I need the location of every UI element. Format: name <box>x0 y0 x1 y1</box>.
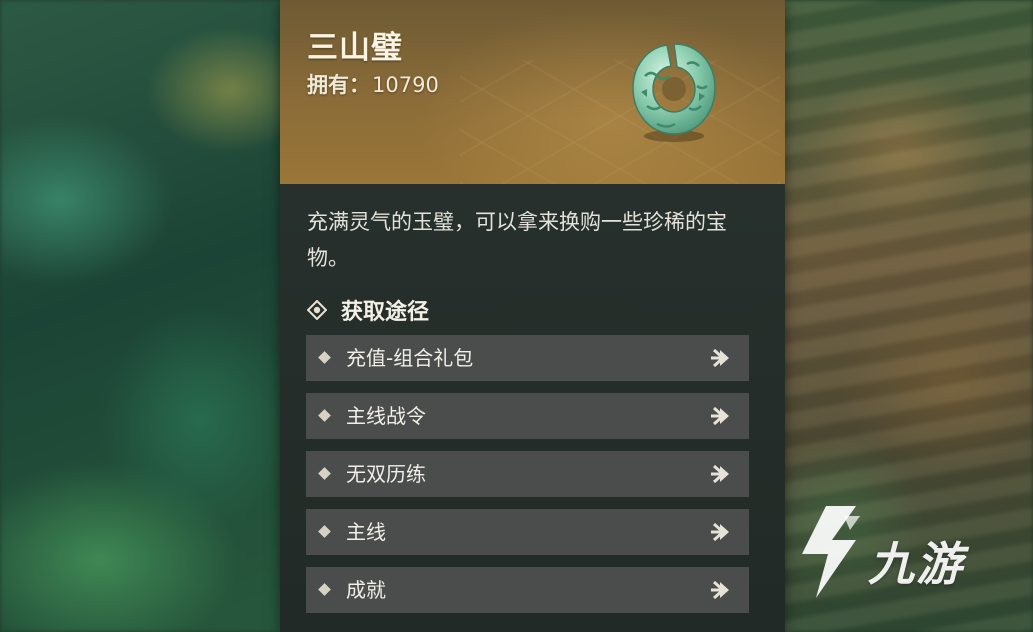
item-header: 三山璧 拥有：10790 <box>280 0 785 184</box>
source-item-achievements[interactable]: 成就 <box>306 567 749 613</box>
item-owned-count: 拥有：10790 <box>307 69 439 99</box>
source-item-main-battle-pass[interactable]: 主线战令 <box>306 393 749 439</box>
owned-value: 10790 <box>372 73 439 97</box>
sources-heading: 获取途径 <box>307 292 429 328</box>
section-diamond-icon <box>307 300 327 320</box>
source-list: 充值-组合礼包 主线战令 无双历练 主线 成就 <box>306 335 749 625</box>
source-label: 成就 <box>346 578 386 602</box>
source-label: 充值-组合礼包 <box>346 346 474 370</box>
source-item-unrivaled-training[interactable]: 无双历练 <box>306 451 749 497</box>
game-screen: 三山璧 拥有：10790 充满灵气的玉璧，可以拿来换购一些珍稀的宝物。 获取途径… <box>0 0 1033 632</box>
item-detail-panel: 三山璧 拥有：10790 充满灵气的玉璧，可以拿来换购一些珍稀的宝物。 获取途径… <box>280 0 785 632</box>
sources-title: 获取途径 <box>341 300 430 325</box>
jade-bi-disc-icon <box>632 43 716 142</box>
bullet-icon <box>318 351 331 364</box>
item-body: 充满灵气的玉璧，可以拿来换购一些珍稀的宝物。 获取途径 充值-组合礼包 主线战令… <box>280 184 785 632</box>
source-item-main-story[interactable]: 主线 <box>306 509 749 555</box>
item-name: 三山璧 <box>307 30 403 66</box>
go-arrow-icon[interactable] <box>711 462 737 486</box>
bullet-icon <box>318 467 331 480</box>
source-item-recharge-bundle[interactable]: 充值-组合礼包 <box>306 335 749 381</box>
bullet-icon <box>318 409 331 422</box>
source-label: 主线 <box>346 520 386 544</box>
source-label: 无双历练 <box>346 462 426 486</box>
go-arrow-icon[interactable] <box>711 346 737 370</box>
background-scenery-left <box>0 0 290 632</box>
header-pattern <box>460 60 780 184</box>
bullet-icon <box>318 583 331 596</box>
go-arrow-icon[interactable] <box>711 404 737 428</box>
go-arrow-icon[interactable] <box>711 578 737 602</box>
watermark-text: 九游 <box>868 537 964 591</box>
item-description: 充满灵气的玉璧，可以拿来换购一些珍稀的宝物。 <box>307 210 727 270</box>
owned-label: 拥有： <box>307 73 370 97</box>
go-arrow-icon[interactable] <box>711 520 737 544</box>
source-label: 主线战令 <box>346 404 426 428</box>
bullet-icon <box>318 525 331 538</box>
